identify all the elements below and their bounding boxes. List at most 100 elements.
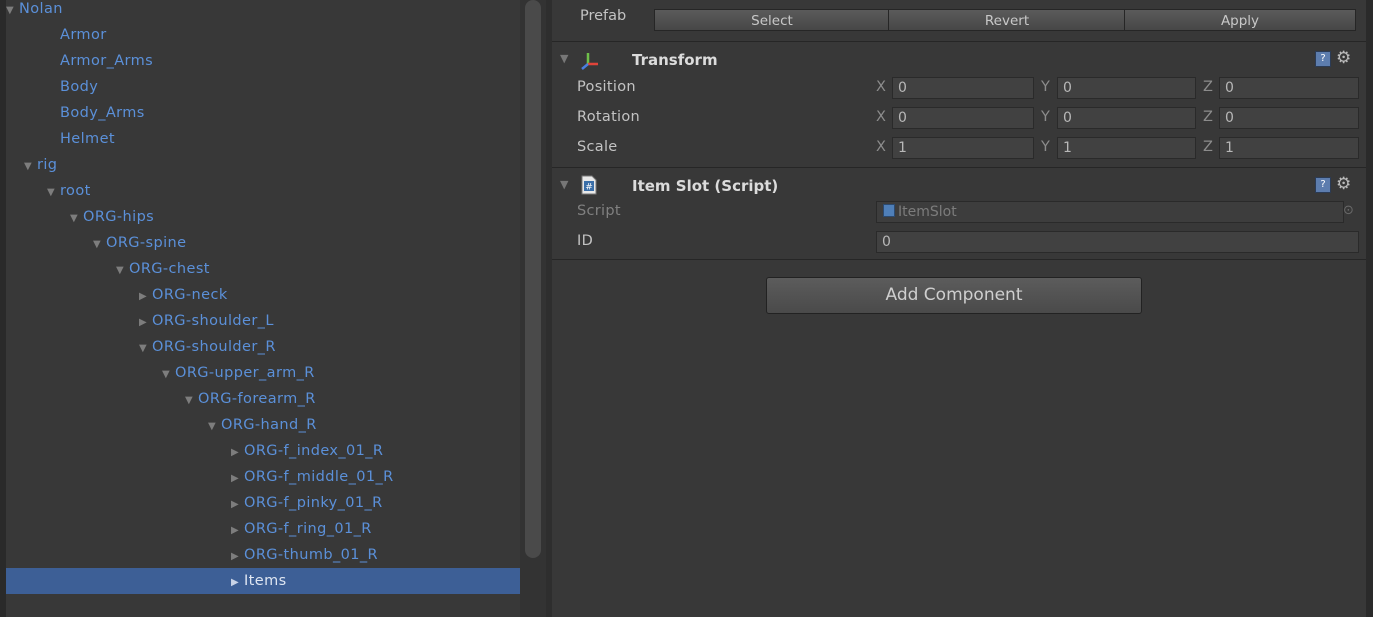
axis-z-label: Z — [1203, 79, 1213, 95]
gear-icon[interactable]: ⚙ — [1336, 174, 1351, 194]
expanded-arrow-icon[interactable]: ▼ — [93, 232, 106, 258]
hierarchy-item[interactable]: ▼ rig — [6, 152, 520, 178]
collapsed-arrow-icon[interactable]: ▶ — [139, 284, 152, 310]
scale-y-field[interactable]: 1 — [1057, 137, 1196, 159]
hierarchy-item[interactable]: ▼ ORG-spine — [6, 230, 520, 256]
hierarchy-panel: ▼ Nolan Armor Armor_Arms Body Body_Arms Helmet… — [0, 0, 546, 617]
position-y-field[interactable]: 0 — [1057, 77, 1196, 99]
hierarchy-item[interactable]: Helmet — [6, 126, 520, 152]
hierarchy-item[interactable]: ▼ ORG-shoulder_R — [6, 334, 520, 360]
csharp-script-icon: # — [580, 175, 598, 199]
hierarchy-item-label: ORG-f_pinky_01_R — [244, 495, 383, 511]
hierarchy-item[interactable]: Body_Arms — [6, 100, 520, 126]
scale-z-field[interactable]: 1 — [1219, 137, 1359, 159]
help-icon[interactable]: ? — [1315, 51, 1331, 67]
hierarchy-item[interactable]: ▶ ORG-f_index_01_R — [6, 438, 520, 464]
hierarchy-item[interactable]: ▼ Nolan — [6, 0, 525, 22]
expanded-arrow-icon[interactable]: ▼ — [70, 206, 83, 232]
scale-label: Scale — [577, 139, 618, 155]
hierarchy-item-label: Items — [244, 573, 287, 589]
position-label: Position — [577, 79, 636, 95]
rotation-label: Rotation — [577, 109, 641, 125]
hierarchy-item[interactable]: Body — [6, 74, 520, 100]
inspector-edge — [1366, 0, 1373, 617]
position-z-field[interactable]: 0 — [1219, 77, 1359, 99]
hierarchy-item[interactable]: ▼ ORG-hand_R — [6, 412, 520, 438]
prefab-select-button[interactable]: Select — [654, 9, 890, 31]
expanded-arrow-icon[interactable]: ▼ — [139, 336, 152, 362]
item-slot-header[interactable]: ▼ # Item Slot (Script) ? ⚙ — [552, 173, 1366, 201]
expanded-arrow-icon[interactable]: ▼ — [208, 414, 221, 440]
hierarchy-item[interactable]: ▶ ORG-thumb_01_R — [6, 542, 520, 568]
collapsed-arrow-icon[interactable]: ▶ — [231, 570, 244, 596]
hierarchy-item[interactable]: ▼ root — [6, 178, 520, 204]
collapsed-arrow-icon[interactable]: ▶ — [231, 440, 244, 466]
hierarchy-item[interactable]: ▶ ORG-neck — [6, 282, 520, 308]
collapsed-arrow-icon[interactable]: ▶ — [231, 544, 244, 570]
hierarchy-item-label: ORG-chest — [129, 261, 210, 277]
expanded-arrow-icon[interactable]: ▼ — [162, 362, 175, 388]
help-icon[interactable]: ? — [1315, 177, 1331, 193]
hierarchy-item[interactable]: Armor_Arms — [6, 48, 520, 74]
rotation-z-field[interactable]: 0 — [1219, 107, 1359, 129]
collapsed-arrow-icon[interactable]: ▶ — [231, 518, 244, 544]
expanded-arrow-icon[interactable]: ▼ — [116, 258, 129, 284]
axis-x-label: X — [876, 79, 886, 95]
hierarchy-item-label: Body_Arms — [60, 105, 145, 121]
divider — [552, 259, 1366, 260]
hierarchy-item-label: ORG-upper_arm_R — [175, 365, 315, 381]
collapsed-arrow-icon[interactable]: ▶ — [139, 310, 152, 336]
hierarchy-item-label: ORG-f_index_01_R — [244, 443, 384, 459]
collapsed-arrow-icon[interactable]: ▶ — [231, 466, 244, 492]
axis-y-label: Y — [1041, 109, 1050, 125]
collapse-arrow-icon[interactable]: ▼ — [560, 178, 568, 191]
rotation-y-field[interactable]: 0 — [1057, 107, 1196, 129]
expanded-arrow-icon[interactable]: ▼ — [6, 0, 19, 24]
transform-title: Transform — [632, 51, 718, 69]
id-label: ID — [577, 233, 594, 249]
position-x-field[interactable]: 0 — [892, 77, 1034, 99]
hierarchy-item-label: ORG-thumb_01_R — [244, 547, 378, 563]
hierarchy-item-label: rig — [37, 157, 58, 173]
hierarchy-item[interactable]: Armor — [6, 22, 520, 48]
hierarchy-item[interactable]: ▶ ORG-shoulder_L — [6, 308, 520, 334]
scale-x-field[interactable]: 1 — [892, 137, 1034, 159]
hierarchy-item-label: ORG-neck — [152, 287, 228, 303]
expanded-arrow-icon[interactable]: ▼ — [47, 180, 60, 206]
axis-y-label: Y — [1041, 79, 1050, 95]
collapsed-arrow-icon[interactable]: ▶ — [231, 492, 244, 518]
hierarchy-scrollbar-thumb[interactable] — [525, 0, 541, 558]
add-component-button[interactable]: Add Component — [766, 277, 1142, 314]
prefab-revert-button[interactable]: Revert — [888, 9, 1126, 31]
hierarchy-item-label: Armor_Arms — [60, 53, 154, 69]
id-field[interactable]: 0 — [876, 231, 1359, 253]
hierarchy-item-label: Armor — [60, 27, 107, 43]
hierarchy-item[interactable]: ▶ Items — [6, 568, 520, 594]
hierarchy-item[interactable]: ▶ ORG-f_middle_01_R — [6, 464, 520, 490]
expanded-arrow-icon[interactable]: ▼ — [24, 154, 37, 180]
hierarchy-item[interactable]: ▼ ORG-chest — [6, 256, 520, 282]
axis-z-label: Z — [1203, 109, 1213, 125]
expanded-arrow-icon[interactable]: ▼ — [185, 388, 198, 414]
hierarchy-item[interactable]: ▼ ORG-forearm_R — [6, 386, 520, 412]
axis-x-label: X — [876, 139, 886, 155]
hierarchy-item-label: ORG-hips — [83, 209, 155, 225]
prefab-apply-button[interactable]: Apply — [1124, 9, 1356, 31]
rotation-x-field[interactable]: 0 — [892, 107, 1034, 129]
transform-header[interactable]: ▼ Transform ? ⚙ — [552, 47, 1366, 75]
hierarchy-item[interactable]: ▼ ORG-hips — [6, 204, 520, 230]
prefab-label: Prefab — [580, 8, 627, 24]
hierarchy-item-label: Helmet — [60, 131, 115, 147]
divider — [552, 167, 1366, 168]
inspector-gutter — [546, 0, 552, 617]
hierarchy-item[interactable]: ▼ ORG-upper_arm_R — [6, 360, 520, 386]
hierarchy-item-label: ORG-forearm_R — [198, 391, 316, 407]
hierarchy-item[interactable]: ▶ ORG-f_ring_01_R — [6, 516, 520, 542]
object-picker-icon[interactable]: ⊙ — [1343, 203, 1354, 218]
script-label: Script — [577, 203, 621, 219]
hierarchy-item[interactable]: ▶ ORG-f_pinky_01_R — [6, 490, 520, 516]
hierarchy-item-label: ORG-shoulder_L — [152, 313, 274, 329]
collapse-arrow-icon[interactable]: ▼ — [560, 52, 568, 65]
gear-icon[interactable]: ⚙ — [1336, 48, 1351, 68]
hierarchy-item-label: ORG-shoulder_R — [152, 339, 276, 355]
